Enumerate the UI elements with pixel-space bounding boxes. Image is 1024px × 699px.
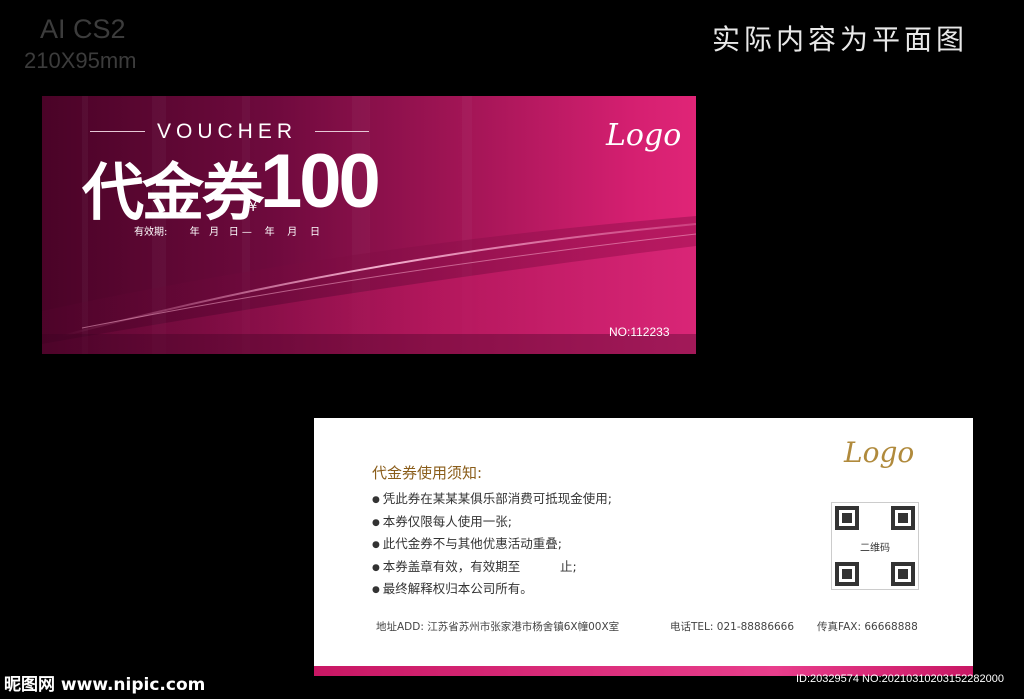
watermark-site: 昵图网 www.nipic.com: [4, 675, 206, 695]
qr-corner-icon: [891, 562, 915, 586]
rule-item: 此代金券不与其他优惠活动重叠;: [372, 533, 612, 556]
voucher-right-rule: [315, 131, 369, 132]
telephone: 电话TEL: 021-88886666: [670, 621, 795, 633]
serial-number: NO:112233: [609, 325, 670, 339]
rule-item: 本券盖章有效，有效期至 止;: [372, 556, 612, 579]
flat-design-note: 实际内容为平面图: [712, 23, 969, 56]
file-format-label: AI CS2: [40, 14, 126, 44]
qr-corner-icon: [835, 506, 859, 530]
watermark-id: ID:20329574 NO:20210310203152282000: [796, 673, 1004, 685]
rule-item: 本券仅限每人使用一张;: [372, 511, 612, 534]
fax: 传真FAX: 66668888: [817, 621, 918, 633]
currency-symbol: ¥: [249, 200, 258, 215]
qr-code-placeholder: 二维码: [831, 502, 919, 590]
rule-item: 凭此券在某某某俱乐部消费可抵现金使用;: [372, 488, 612, 511]
rule-item: 最终解释权归本公司所有。: [372, 578, 612, 601]
back-logo: Logo: [844, 436, 915, 469]
size-label: 210X95mm: [24, 48, 137, 73]
voucher-back-card: Logo 代金券使用须知: 凭此券在某某某俱乐部消费可抵现金使用; 本券仅限每人…: [314, 418, 973, 676]
front-logo: Logo: [606, 118, 682, 153]
usage-rules-title: 代金券使用须知:: [372, 464, 483, 482]
validity-period: 有效期: 年 月 日 — 年 月 日: [134, 227, 321, 238]
voucher-title: 代金券: [82, 156, 264, 229]
voucher-front-card: VOUCHER 代金券 ¥ 100 有效期: 年 月 日 — 年 月 日 Log…: [42, 96, 696, 354]
address: 地址ADD: 江苏省苏州市张家港市杨舍镇6X幢00X室: [376, 621, 620, 633]
qr-corner-icon: [835, 562, 859, 586]
voucher-left-rule: [90, 131, 145, 132]
usage-rules-list: 凭此券在某某某俱乐部消费可抵现金使用; 本券仅限每人使用一张; 此代金券不与其他…: [372, 488, 612, 601]
qr-label: 二维码: [860, 543, 890, 554]
qr-corner-icon: [891, 506, 915, 530]
voucher-amount: 100: [260, 139, 381, 224]
